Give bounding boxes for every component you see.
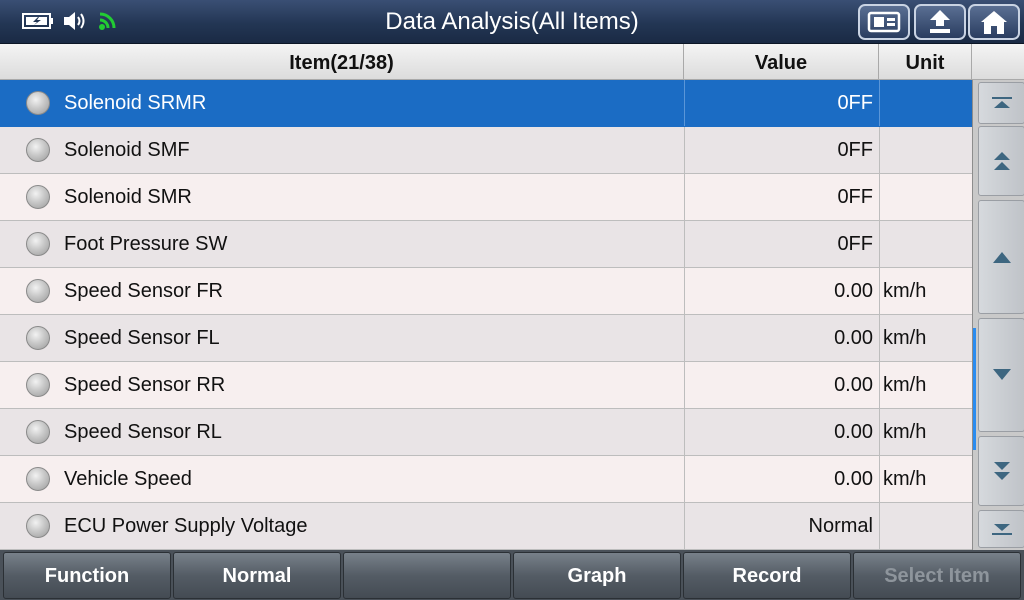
row-unit: km/h: [879, 362, 972, 408]
row-radio[interactable]: [24, 80, 52, 126]
radio-button-icon[interactable]: [26, 232, 50, 256]
row-radio[interactable]: [24, 362, 52, 408]
scroll-top-button[interactable]: [978, 82, 1024, 124]
radio-button-icon[interactable]: [26, 373, 50, 397]
row-radio[interactable]: [24, 456, 52, 502]
data-list: Solenoid SRMR 0FF Solenoid SMF 0FF Solenoid …: [0, 80, 972, 550]
back-icon: [925, 8, 955, 36]
radio-button-icon[interactable]: [26, 467, 50, 491]
scroll-position-indicator: [973, 328, 976, 450]
screenshot-button[interactable]: [858, 4, 910, 40]
select-item-button[interactable]: Select Item: [853, 552, 1021, 599]
row-item-name: Speed Sensor FR: [64, 280, 223, 302]
row-unit: [879, 503, 972, 549]
table-row[interactable]: Speed Sensor FR 0.00 km/h: [0, 268, 972, 315]
scroll-bottom-button[interactable]: [978, 510, 1024, 548]
row-radio[interactable]: [24, 127, 52, 173]
table-row[interactable]: Vehicle Speed 0.00 km/h: [0, 456, 972, 503]
row-item-name: Foot Pressure SW: [64, 233, 228, 255]
function-button[interactable]: Function: [3, 552, 171, 599]
row-value: 0.00: [684, 268, 879, 314]
function-bar: Function Normal Graph Record Select Item: [0, 550, 1024, 600]
row-radio[interactable]: [24, 503, 52, 549]
radio-button-icon[interactable]: [26, 279, 50, 303]
radio-button-icon[interactable]: [26, 420, 50, 444]
row-item-name: Solenoid SMF: [64, 139, 190, 161]
row-unit: km/h: [879, 456, 972, 502]
table-row[interactable]: ECU Power Supply Voltage Normal: [0, 503, 972, 550]
page-up-button[interactable]: [978, 126, 1024, 196]
row-unit: [879, 80, 972, 126]
page-down-icon: [990, 458, 1014, 484]
table-header: Item(21/38) Value Unit: [0, 44, 1024, 80]
table-row[interactable]: Solenoid SRMR 0FF: [0, 80, 972, 127]
title-bar: Data Analysis(All Items): [0, 0, 1024, 44]
page-up-icon: [990, 148, 1014, 174]
record-button[interactable]: Record: [683, 552, 851, 599]
line-up-button[interactable]: [978, 200, 1024, 314]
row-unit: km/h: [879, 409, 972, 455]
column-header-spacer: [972, 44, 1024, 80]
row-unit: [879, 174, 972, 220]
table-row[interactable]: Foot Pressure SW 0FF: [0, 221, 972, 268]
scroll-panel: [972, 80, 1024, 550]
row-radio[interactable]: [24, 409, 52, 455]
row-item-name: Speed Sensor FL: [64, 327, 220, 349]
scroll-top-icon: [990, 94, 1014, 112]
scroll-bottom-icon: [990, 520, 1014, 538]
row-radio[interactable]: [24, 221, 52, 267]
table-row[interactable]: Speed Sensor RR 0.00 km/h: [0, 362, 972, 409]
row-value: 0FF: [684, 127, 879, 173]
home-icon: [979, 8, 1009, 36]
table-row[interactable]: Solenoid SMF 0FF: [0, 127, 972, 174]
line-down-icon: [990, 366, 1014, 384]
row-item-name: Speed Sensor RL: [64, 421, 222, 443]
row-item-name: ECU Power Supply Voltage: [64, 515, 308, 537]
row-value: 0.00: [684, 456, 879, 502]
row-unit: km/h: [879, 268, 972, 314]
row-radio[interactable]: [24, 268, 52, 314]
home-button[interactable]: [968, 4, 1020, 40]
row-unit: [879, 127, 972, 173]
row-value: 0FF: [684, 174, 879, 220]
table-row[interactable]: Solenoid SMR 0FF: [0, 174, 972, 221]
row-item-name: Solenoid SRMR: [64, 92, 207, 114]
screenshot-icon: [867, 10, 901, 34]
back-button[interactable]: [914, 4, 966, 40]
column-header-unit: Unit: [879, 44, 972, 80]
page-down-button[interactable]: [978, 436, 1024, 506]
row-unit: km/h: [879, 315, 972, 361]
row-value: 0.00: [684, 409, 879, 455]
empty-button[interactable]: [343, 552, 511, 599]
row-item-name: Solenoid SMR: [64, 186, 192, 208]
column-header-value: Value: [684, 44, 879, 80]
row-value: 0.00: [684, 315, 879, 361]
table-row[interactable]: Speed Sensor FL 0.00 km/h: [0, 315, 972, 362]
graph-button[interactable]: Graph: [513, 552, 681, 599]
radio-button-icon[interactable]: [26, 326, 50, 350]
row-item-name: Vehicle Speed: [64, 468, 192, 490]
radio-button-icon[interactable]: [26, 185, 50, 209]
line-down-button[interactable]: [978, 318, 1024, 432]
row-value: 0FF: [684, 221, 879, 267]
column-header-item: Item(21/38): [0, 44, 684, 80]
row-radio[interactable]: [24, 315, 52, 361]
line-up-icon: [990, 248, 1014, 266]
radio-button-icon[interactable]: [26, 514, 50, 538]
radio-button-icon[interactable]: [26, 91, 50, 115]
row-value: Normal: [684, 503, 879, 549]
row-unit: [879, 221, 972, 267]
row-radio[interactable]: [24, 174, 52, 220]
row-value: 0FF: [684, 80, 879, 126]
row-value: 0.00: [684, 362, 879, 408]
table-row[interactable]: Speed Sensor RL 0.00 km/h: [0, 409, 972, 456]
row-item-name: Speed Sensor RR: [64, 374, 226, 396]
normal-button[interactable]: Normal: [173, 552, 341, 599]
radio-button-icon[interactable]: [26, 138, 50, 162]
